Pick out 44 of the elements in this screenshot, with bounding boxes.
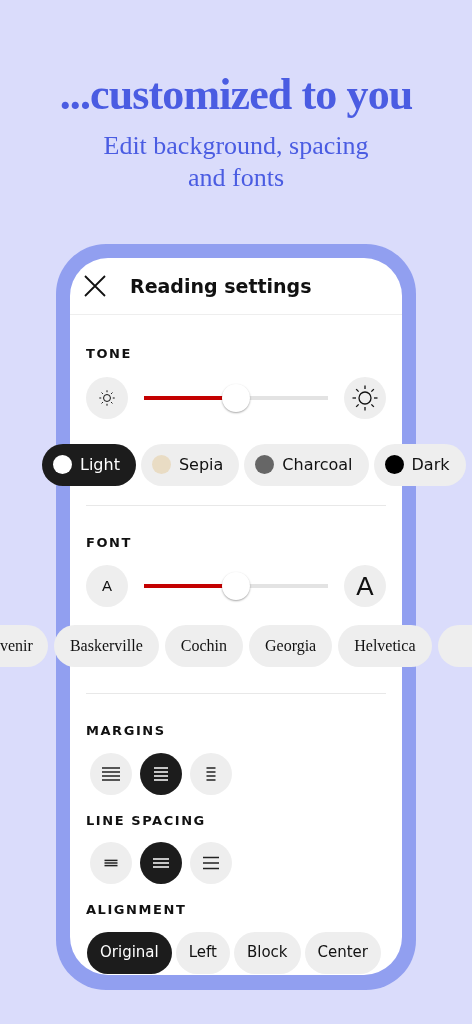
sun-icon xyxy=(97,387,117,408)
smaller-text-button[interactable]: A xyxy=(86,565,128,607)
sun-icon xyxy=(352,384,378,411)
alignment-chip[interactable]: Center xyxy=(304,931,381,974)
font-chip[interactable]: Helvetica xyxy=(338,625,432,667)
text-lines-icon xyxy=(151,855,171,871)
slider[interactable] xyxy=(144,383,328,412)
slider[interactable] xyxy=(144,572,328,600)
larger-text-button[interactable]: A xyxy=(344,565,386,607)
dim-button[interactable] xyxy=(86,376,128,419)
tone-chip[interactable]: Sepia xyxy=(140,443,240,486)
section-label: LINE SPACING xyxy=(86,811,207,830)
headline: ...customized to you xyxy=(59,73,413,117)
subtitle: Edit background, spacing and fonts xyxy=(102,130,370,194)
margin-button[interactable] xyxy=(190,752,232,795)
tone-chip[interactable]: Light xyxy=(42,443,136,486)
section-label: ALIGNMENT xyxy=(86,901,188,919)
font-chip[interactable]: Cochin xyxy=(164,625,243,667)
alignment-chip[interactable]: Block xyxy=(233,931,301,974)
font-chip[interactable]: Georgia xyxy=(248,625,333,667)
close-icon[interactable] xyxy=(84,275,106,297)
margin-button[interactable] xyxy=(140,752,182,795)
line-spacing-button[interactable] xyxy=(190,842,232,884)
margin-button[interactable] xyxy=(90,752,132,795)
alignment-chip[interactable]: Original xyxy=(87,931,172,974)
alignment-chip[interactable]: Left xyxy=(175,931,230,974)
section-label: TONE xyxy=(86,345,133,363)
line-spacing-button[interactable] xyxy=(90,842,132,884)
tone-chip[interactable]: Charcoal xyxy=(244,443,369,486)
section-label: MARGINS xyxy=(86,722,167,740)
header-title: Reading settings xyxy=(130,273,312,299)
font-chip[interactable]: venir xyxy=(0,625,48,667)
large-a-label: A xyxy=(356,569,374,603)
text-lines-icon xyxy=(151,765,171,782)
line-spacing-button[interactable] xyxy=(140,842,182,884)
slider-thumb[interactable] xyxy=(222,383,250,412)
slider-thumb[interactable] xyxy=(222,572,250,600)
section-label: FONT xyxy=(86,533,133,552)
bright-button[interactable] xyxy=(344,376,386,419)
small-a-label: A xyxy=(102,575,112,596)
tone-chip[interactable]: Dark xyxy=(373,443,466,486)
text-lines-icon xyxy=(201,855,221,871)
font-chip[interactable]: Baskerville xyxy=(53,625,159,667)
text-lines-icon xyxy=(101,765,121,782)
